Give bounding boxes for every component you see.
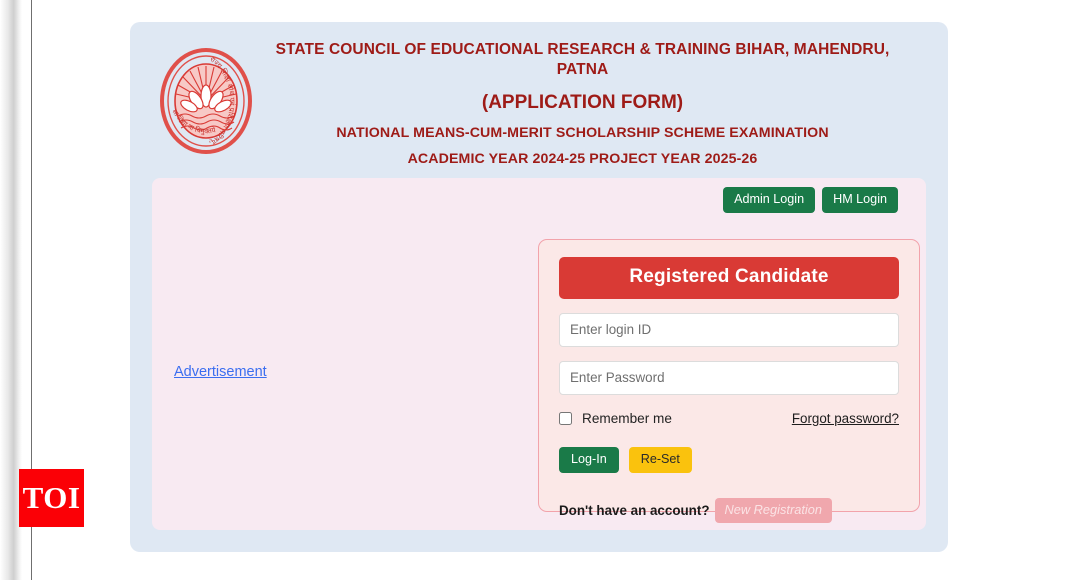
form-subtitle: (APPLICATION FORM) <box>481 91 684 113</box>
academic-year-title: ACADEMIC YEAR 2024-25 PROJECT YEAR 2025-… <box>407 150 758 167</box>
hm-login-button[interactable]: HM Login <box>822 187 898 213</box>
password-input[interactable] <box>559 361 899 395</box>
login-card-title: Registered Candidate <box>559 257 899 299</box>
toi-watermark-label: TOI <box>22 480 81 515</box>
content-panel: Admin Login HM Login Advertisement Regis… <box>152 178 926 530</box>
remember-me-checkbox[interactable] <box>559 412 572 425</box>
header-titles: STATE COUNCIL OF EDUCATIONAL RESEARCH & … <box>259 40 928 167</box>
scert-emblem-icon: राज्य शिक्षा शोध एवं प्रशिक्षण परिषद्, ब… <box>160 48 252 154</box>
remember-me-group: Remember me <box>559 411 672 426</box>
reset-button[interactable]: Re-Set <box>628 447 692 473</box>
login-id-input[interactable] <box>559 313 899 347</box>
login-action-buttons: Log-In Re-Set <box>559 447 899 473</box>
signup-row: Don't have an account? New Registration <box>559 497 899 524</box>
new-registration-button[interactable]: New Registration <box>714 497 832 524</box>
logo-container: राज्य शिक्षा शोध एवं प्रशिक्षण परिषद्, ब… <box>153 40 259 154</box>
top-login-buttons: Admin Login HM Login <box>723 187 898 213</box>
page-container: राज्य शिक्षा शोध एवं प्रशिक्षण परिषद्, ब… <box>130 22 948 552</box>
org-title: STATE COUNCIL OF EDUCATIONAL RESEARCH & … <box>275 41 890 79</box>
forgot-password-link[interactable]: Forgot password? <box>792 411 899 426</box>
site-header: राज्य शिक्षा शोध एवं प्रशिक्षण परिषद्, ब… <box>130 22 948 177</box>
admin-login-button[interactable]: Admin Login <box>723 187 816 213</box>
remember-me-label: Remember me <box>582 411 672 426</box>
toi-watermark: TOI <box>19 469 84 527</box>
log-in-button[interactable]: Log-In <box>559 447 619 473</box>
signup-prompt-label: Don't have an account? <box>559 502 710 518</box>
remember-row: Remember me Forgot password? <box>559 411 899 426</box>
scheme-title: NATIONAL MEANS-CUM-MERIT SCHOLARSHIP SCH… <box>336 124 829 141</box>
registered-candidate-login-card: Registered Candidate Remember me Forgot … <box>538 239 920 524</box>
advertisement-link[interactable]: Advertisement <box>174 364 267 380</box>
